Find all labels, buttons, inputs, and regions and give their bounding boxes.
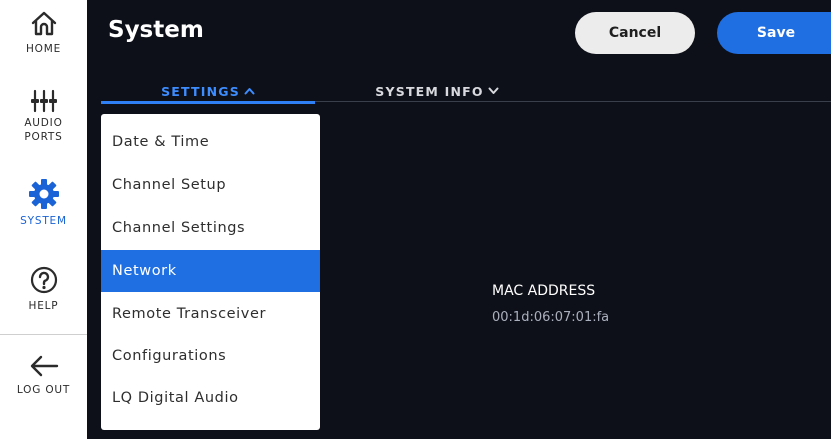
save-button[interactable]: Save [717,12,831,54]
chevron-up-icon [244,88,255,95]
sliders-icon [30,89,57,113]
nav-help[interactable]: HELP [0,265,87,313]
tab-settings[interactable]: SETTINGS [101,79,315,104]
settings-dropdown-menu: Date & Time Channel Setup Channel Settin… [101,114,320,430]
menu-item-channel-settings[interactable]: Channel Settings [101,207,320,249]
gear-icon [28,179,59,209]
nav-home-label: HOME [25,43,62,55]
tab-system-info-label: SYSTEM INFO [375,83,484,99]
nav-system[interactable]: SYSTEM [0,178,87,228]
tab-system-info[interactable]: SYSTEM INFO [347,79,527,103]
nav-audio-ports[interactable]: AUDIO PORTS [0,88,87,144]
menu-item-lq-digital-audio[interactable]: LQ Digital Audio [101,377,320,419]
nav-home[interactable]: HOME [0,8,87,56]
menu-item-network[interactable]: Network [101,250,320,292]
page-title: System [108,17,204,43]
chevron-down-icon [488,87,499,94]
main-panel: System Cancel Save SETTINGS SYSTEM INFO … [87,0,831,439]
mac-address-label: MAC ADDRESS [492,283,596,299]
nav-audio-ports-label-line2: PORTS [24,131,63,143]
home-icon [31,11,56,36]
nav-system-label: SYSTEM [20,215,67,227]
mac-address-value: 00:1d:06:07:01:fa [492,310,610,325]
menu-item-channel-setup[interactable]: Channel Setup [101,164,320,206]
nav-logout[interactable]: LOG OUT [0,353,87,397]
sidebar: HOME AUDIO PORTS SYSTEM HELP LOG OUT [0,0,87,439]
tab-settings-underline [101,101,315,104]
cancel-button[interactable]: Cancel [575,12,695,54]
sidebar-divider [0,334,87,335]
arrow-left-icon [30,355,58,377]
menu-item-configurations[interactable]: Configurations [101,335,320,377]
menu-item-date-time[interactable]: Date & Time [101,121,320,163]
nav-logout-label: LOG OUT [16,384,71,396]
help-icon [30,266,57,294]
nav-audio-ports-label-line1: AUDIO [24,117,63,129]
tab-settings-label: SETTINGS [161,83,240,99]
nav-help-label: HELP [28,300,59,312]
menu-item-remote-transceiver[interactable]: Remote Transceiver [101,293,320,335]
